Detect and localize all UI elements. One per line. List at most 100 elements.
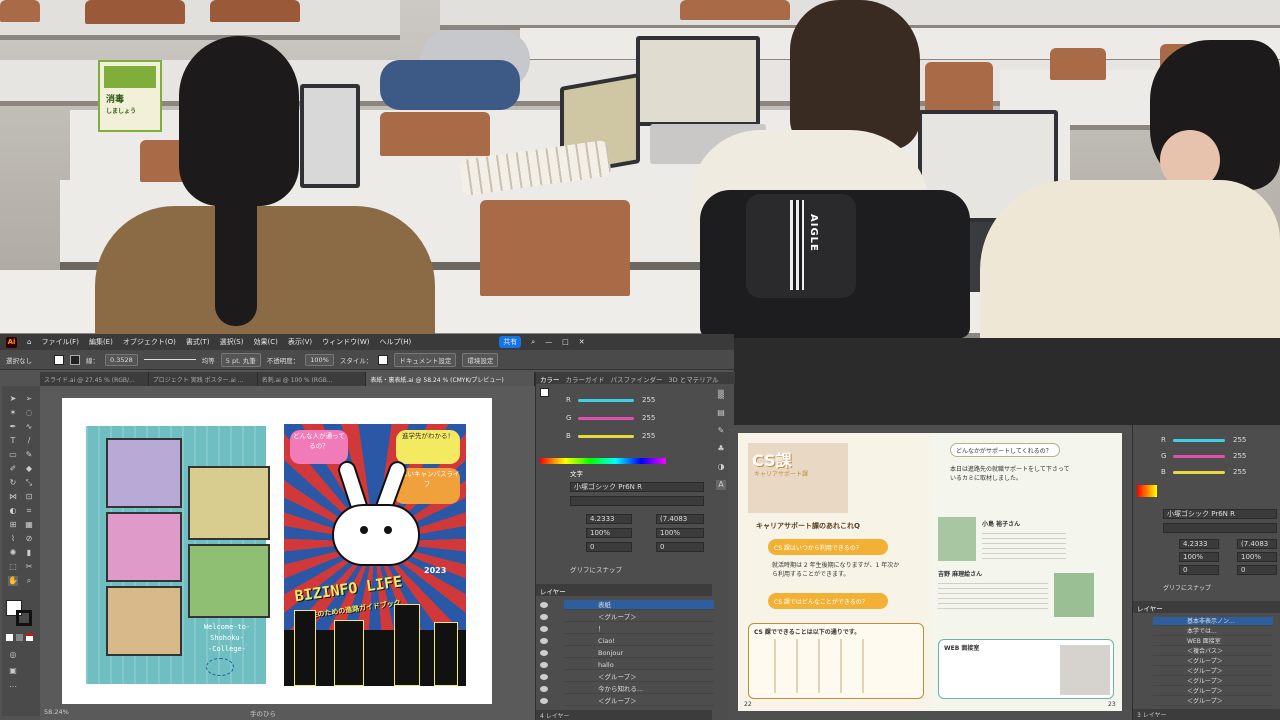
mesh-tool-icon[interactable]: ⊞ [8, 520, 18, 530]
vertical-scale-field[interactable]: 100% [1179, 552, 1219, 562]
layer-row[interactable]: ＜複合パス＞ [1153, 647, 1273, 656]
close-icon[interactable]: ✕ [579, 338, 585, 346]
leading-field[interactable]: (7.4083 [656, 514, 704, 524]
transparency-icon[interactable]: ◑ [716, 462, 726, 472]
menu-item[interactable]: ウィンドウ(W) [322, 337, 369, 347]
document-canvas[interactable]: Welcome-to- Shohoku- -College- どんな人が通ってる… [40, 386, 535, 720]
blend-tool-icon[interactable]: ⊘ [24, 534, 34, 544]
draw-mode-icon[interactable]: ◎ [8, 650, 18, 660]
layer-row[interactable]: hallo [540, 660, 714, 670]
layer-row[interactable]: 基本非表示ノン... [1153, 617, 1273, 626]
channel-value-b[interactable]: 255 [1233, 468, 1246, 476]
font-style-dropdown[interactable] [570, 496, 704, 506]
photo-tile[interactable] [106, 438, 182, 508]
curvature-icon[interactable]: ∿ [24, 422, 34, 432]
slider-g[interactable] [1173, 455, 1225, 458]
stroke-color-swatch[interactable] [16, 610, 32, 626]
width-tool-icon[interactable]: ⋈ [8, 492, 18, 502]
color-panel-fill[interactable] [540, 388, 549, 397]
rabbit-mascot[interactable] [326, 458, 426, 570]
none-mode-icon[interactable] [26, 634, 33, 641]
horizontal-scale-field[interactable]: 100% [1237, 552, 1277, 562]
gradient-mode-icon[interactable] [16, 634, 23, 641]
shape-builder-icon[interactable]: ◐ [8, 506, 18, 516]
layer-row[interactable]: ＜グループ＞ [1153, 657, 1273, 666]
photo-tile[interactable] [188, 544, 270, 618]
more-tools-icon[interactable]: ⋯ [8, 682, 18, 692]
slice-tool-icon[interactable]: ✂ [24, 562, 34, 572]
tab-color-guide[interactable]: カラーガイド [566, 374, 605, 384]
free-transform-icon[interactable]: ⊡ [24, 492, 34, 502]
back-cover-design[interactable]: Welcome-to- Shohoku- -College- [86, 426, 270, 684]
layer-row[interactable]: Bonjour [540, 648, 714, 658]
layer-row[interactable]: ＜グループ＞ [540, 612, 714, 622]
font-family-dropdown[interactable]: 小塚ゴシック Pr6N R [1163, 509, 1277, 519]
stroke-weight-field[interactable]: 0.3528 [105, 353, 138, 366]
answer-1[interactable]: 就活時期は 2 年生後期になりますが、1 年次から利用することができます。 [772, 561, 902, 579]
menu-item[interactable]: 書式(T) [186, 337, 210, 347]
layer-row[interactable]: 表紙 [540, 600, 714, 610]
question-1[interactable]: CS 課はいつから利用できるの？ [774, 543, 862, 552]
magic-wand-icon[interactable]: ✶ [8, 408, 18, 418]
eraser-tool-icon[interactable]: ◆ [24, 464, 34, 474]
layer-row[interactable]: 本学では... [1153, 627, 1273, 636]
tab-document[interactable]: スライド.ai @ 27.45 % (RGB/... [40, 372, 149, 386]
document-canvas[interactable]: CS課 キャリアサポート課 キャリアサポート課のあれこれQ CS 課はいつから利… [728, 425, 1132, 720]
web-interview-title[interactable]: WEB 面接室 [944, 643, 979, 652]
tab-document[interactable]: 名刺.ai @ 100 % (RGB... [258, 372, 367, 386]
font-size-field[interactable]: 4.2333 [1179, 539, 1219, 549]
tab-document[interactable]: プロジェクト 実践 ポスター.ai ... [149, 372, 258, 386]
slider-r[interactable] [578, 399, 634, 402]
artboard[interactable]: Welcome-to- Shohoku- -College- どんな人が通ってる… [62, 398, 492, 704]
right-question[interactable]: どんなかがサポートしてくれるの？ [956, 446, 1052, 455]
menu-item[interactable]: オブジェクト(O) [123, 337, 176, 347]
photo-tile[interactable] [106, 512, 182, 582]
menu-item[interactable]: 選択(S) [220, 337, 244, 347]
channel-value-g[interactable]: 255 [642, 414, 655, 422]
graph-tool-icon[interactable]: ▮ [24, 548, 34, 558]
line-tool-icon[interactable]: / [24, 436, 34, 446]
layer-row[interactable]: ！ [540, 624, 714, 634]
fill-swatch[interactable] [54, 354, 64, 365]
color-panel-icon[interactable]: ▒ [716, 390, 726, 400]
swatches-icon[interactable]: ▤ [716, 408, 726, 418]
layer-row[interactable]: Ciao! [540, 636, 714, 646]
channel-value-b[interactable]: 255 [642, 432, 655, 440]
tab-color[interactable]: カラー [540, 374, 560, 384]
layer-row[interactable]: ＜グループ＞ [1153, 687, 1273, 696]
page-left[interactable]: CS課 キャリアサポート課 キャリアサポート課のあれこれQ CS 課はいつから利… [738, 433, 930, 711]
scale-tool-icon[interactable]: ⤡ [24, 478, 34, 488]
menu-item[interactable]: 表示(V) [288, 337, 312, 347]
layer-row[interactable]: ＜グループ＞ [1153, 677, 1273, 686]
artboard-tool-icon[interactable]: ⬚ [8, 562, 18, 572]
tracking-field[interactable]: 0 [656, 542, 704, 552]
preferences-button[interactable]: 環境設定 [462, 352, 499, 367]
home-icon[interactable]: ⌂ [27, 338, 31, 346]
symbol-sprayer-icon[interactable]: ✺ [8, 548, 18, 558]
slider-g[interactable] [578, 417, 634, 420]
tracking-field[interactable]: 0 [1237, 565, 1277, 575]
layer-row[interactable]: ＜グループ＞ [1153, 667, 1273, 676]
layer-row[interactable]: ＜グループ＞ [1153, 697, 1273, 706]
zoom-level[interactable]: 58.24% [44, 708, 69, 716]
pen-tool-icon[interactable]: ✒ [8, 422, 18, 432]
kerning-field[interactable]: 0 [586, 542, 632, 552]
rotate-tool-icon[interactable]: ↻ [8, 478, 18, 488]
layer-row[interactable]: ＜グループ＞ [540, 696, 714, 706]
slider-r[interactable] [1173, 439, 1225, 442]
speech-bubble[interactable]: どんな人が通ってるの？ [290, 430, 348, 464]
screen-mode-icon[interactable]: ▣ [8, 666, 18, 676]
font-style-dropdown[interactable] [1163, 523, 1277, 533]
rectangle-tool-icon[interactable]: ▭ [8, 450, 18, 460]
lasso-icon[interactable]: ◌ [24, 408, 34, 418]
brush-dropdown[interactable]: 5 pt. 丸筆 [220, 352, 261, 367]
slider-b[interactable] [1173, 471, 1225, 474]
color-spectrum[interactable] [1137, 485, 1157, 497]
tab-pathfinder[interactable]: パスファインダー [611, 374, 663, 384]
maximize-icon[interactable]: □ [562, 338, 569, 346]
layer-row[interactable]: 今から知れる... [540, 684, 714, 694]
poster-year[interactable]: 2023 [424, 566, 446, 575]
header-title[interactable]: CS課 [752, 447, 792, 471]
font-size-field[interactable]: 4.2333 [586, 514, 632, 524]
stroke-swatch[interactable] [70, 354, 80, 365]
